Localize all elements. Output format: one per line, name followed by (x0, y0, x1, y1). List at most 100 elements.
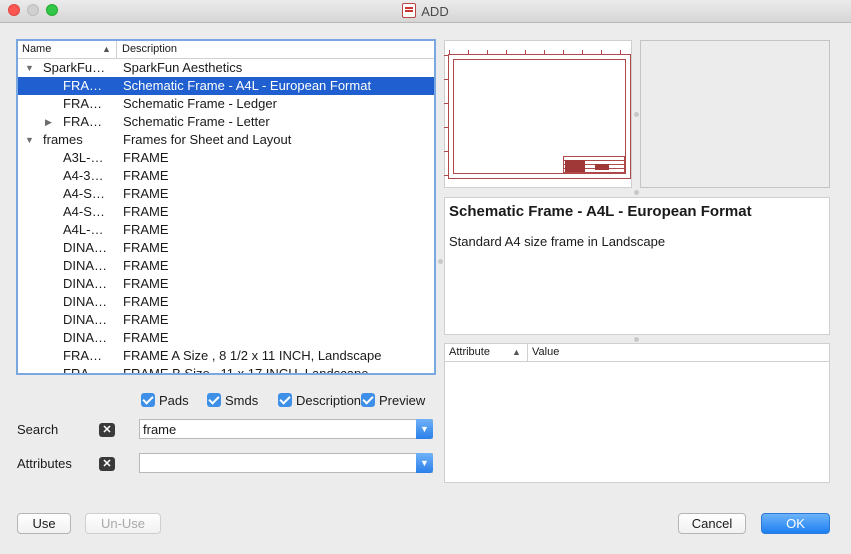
clear-attributes-icon[interactable]: ✕ (99, 457, 115, 471)
description-column-header[interactable]: Description (122, 43, 177, 55)
row-description: FRAME (123, 294, 169, 309)
tree-row[interactable]: A3L-… FRAME (18, 149, 434, 167)
smds-label: Smds (225, 393, 259, 408)
row-name: DINA… (63, 258, 108, 273)
row-description: FRAME (123, 330, 169, 345)
disclosure-expanded-icon[interactable]: ▼ (25, 131, 34, 149)
attributes-label: Attributes (17, 456, 72, 471)
description-label: Description (296, 393, 362, 408)
checkbox-checked-icon[interactable] (278, 393, 292, 407)
value-column-header[interactable]: Value (532, 346, 559, 358)
tree-row[interactable]: A4-3… FRAME (18, 167, 434, 185)
pads-label: Pads (159, 393, 189, 408)
splitter-handle[interactable] (438, 259, 443, 264)
package-preview (640, 40, 830, 188)
row-name: frames (43, 132, 83, 147)
attribute-table[interactable]: Attribute ▲ Value (444, 343, 830, 483)
description-panel: Schematic Frame - A4L - European Format … (444, 197, 830, 335)
column-divider[interactable] (527, 344, 528, 361)
tree-row[interactable]: ▼ SparkFu… SparkFun Aesthetics (18, 59, 434, 77)
row-description: Schematic Frame - Ledger (123, 96, 277, 111)
checkbox-checked-icon[interactable] (361, 393, 375, 407)
row-name: A4-3… (63, 168, 104, 183)
preview-checkbox[interactable]: Preview (361, 393, 425, 409)
tree-row[interactable]: FRA… FRAME A Size , 8 1/2 x 11 INCH, Land… (18, 347, 434, 365)
tree-row[interactable]: A4L-… FRAME (18, 221, 434, 239)
description-checkbox[interactable]: Description (278, 393, 362, 409)
clear-search-icon[interactable]: ✕ (99, 423, 115, 437)
column-divider[interactable] (116, 41, 117, 58)
window-title: ADD (421, 4, 449, 19)
splitter-handle[interactable] (634, 337, 639, 342)
cancel-button[interactable]: Cancel (678, 513, 746, 534)
row-name: FRA… (63, 78, 102, 93)
chevron-down-icon[interactable]: ▼ (416, 453, 433, 473)
row-name: DINA… (63, 330, 108, 345)
row-description: Schematic Frame - A4L - European Format (123, 78, 372, 93)
tree-row[interactable]: FRA… Schematic Frame - A4L - European For… (18, 77, 434, 95)
row-name: FRA… (63, 114, 102, 129)
tree-row[interactable]: DINA… FRAME (18, 293, 434, 311)
checkbox-checked-icon[interactable] (141, 393, 155, 407)
attribute-column-header[interactable]: Attribute (449, 346, 490, 358)
row-name: DINA… (63, 294, 108, 309)
use-button[interactable]: Use (17, 513, 71, 534)
tree-row[interactable]: ▶ FRA… Schematic Frame - Letter (18, 113, 434, 131)
row-name: DINA… (63, 240, 108, 255)
row-description: FRAME (123, 186, 169, 201)
tree-row[interactable]: DINA… FRAME (18, 329, 434, 347)
device-description: Standard A4 size frame in Landscape (449, 234, 666, 249)
row-description: FRAME (123, 258, 169, 273)
tree-row[interactable]: ▼ frames Frames for Sheet and Layout (18, 131, 434, 149)
sort-ascending-icon[interactable]: ▲ (512, 347, 521, 357)
row-description: FRAME (123, 150, 169, 165)
row-description: FRAME (123, 312, 169, 327)
row-description: SparkFun Aesthetics (123, 60, 243, 75)
search-label: Search (17, 422, 59, 437)
disclosure-expanded-icon[interactable]: ▼ (25, 59, 34, 77)
pads-checkbox[interactable]: Pads (141, 393, 189, 409)
row-name: SparkFu… (43, 60, 106, 75)
preview-label: Preview (379, 393, 426, 408)
library-tree[interactable]: Name ▲ Description ▼ SparkFu… SparkFun Aes… (16, 39, 436, 375)
attribute-table-header: Attribute ▲ Value (445, 344, 829, 362)
ok-button[interactable]: OK (761, 513, 830, 534)
row-name: A4L-… (63, 222, 104, 237)
row-name: FRA… (63, 366, 102, 375)
row-description: FRAME (123, 168, 169, 183)
splitter-handle[interactable] (634, 190, 639, 195)
search-combo[interactable]: frame ▼ (139, 419, 433, 439)
splitter-handle[interactable] (634, 112, 639, 117)
tree-row[interactable]: A4-S… FRAME (18, 203, 434, 221)
tree-header: Name ▲ Description (18, 41, 434, 59)
tree-row[interactable]: DINA… FRAME (18, 257, 434, 275)
tree-row[interactable]: DINA… FRAME (18, 239, 434, 257)
row-description: FRAME A Size , 8 1/2 x 11 INCH, Landscap… (123, 348, 382, 363)
unuse-button[interactable]: Un-Use (85, 513, 161, 534)
row-description: FRAME (123, 240, 169, 255)
row-description: FRAME (123, 222, 169, 237)
attributes-combo[interactable]: ▼ (139, 453, 433, 473)
chevron-down-icon[interactable]: ▼ (416, 419, 433, 439)
tree-row[interactable]: DINA… FRAME (18, 311, 434, 329)
row-name: DINA… (63, 276, 108, 291)
row-description: FRAME (123, 204, 169, 219)
row-name: FRA… (63, 96, 102, 111)
schematic-preview (444, 40, 632, 188)
checkbox-checked-icon[interactable] (207, 393, 221, 407)
name-column-header[interactable]: Name (22, 43, 51, 55)
row-description: Schematic Frame - Letter (123, 114, 270, 129)
sort-ascending-icon[interactable]: ▲ (102, 44, 111, 54)
tree-row[interactable]: A4-S… FRAME (18, 185, 434, 203)
tree-row[interactable]: DINA… FRAME (18, 275, 434, 293)
tree-row[interactable]: FRA… Schematic Frame - Ledger (18, 95, 434, 113)
row-description: Frames for Sheet and Layout (123, 132, 292, 147)
tree-row[interactable]: FRA… FRAME B Size , 11 x 17 INCH, Landsca… (18, 365, 434, 375)
search-input[interactable]: frame (143, 422, 176, 437)
row-name: A4-S… (63, 204, 105, 219)
device-title: Schematic Frame - A4L - European Format (449, 203, 752, 220)
disclosure-collapsed-icon[interactable]: ▶ (45, 113, 52, 131)
frame-drawing (444, 50, 631, 179)
smds-checkbox[interactable]: Smds (207, 393, 258, 409)
row-name: A3L-… (63, 150, 104, 165)
